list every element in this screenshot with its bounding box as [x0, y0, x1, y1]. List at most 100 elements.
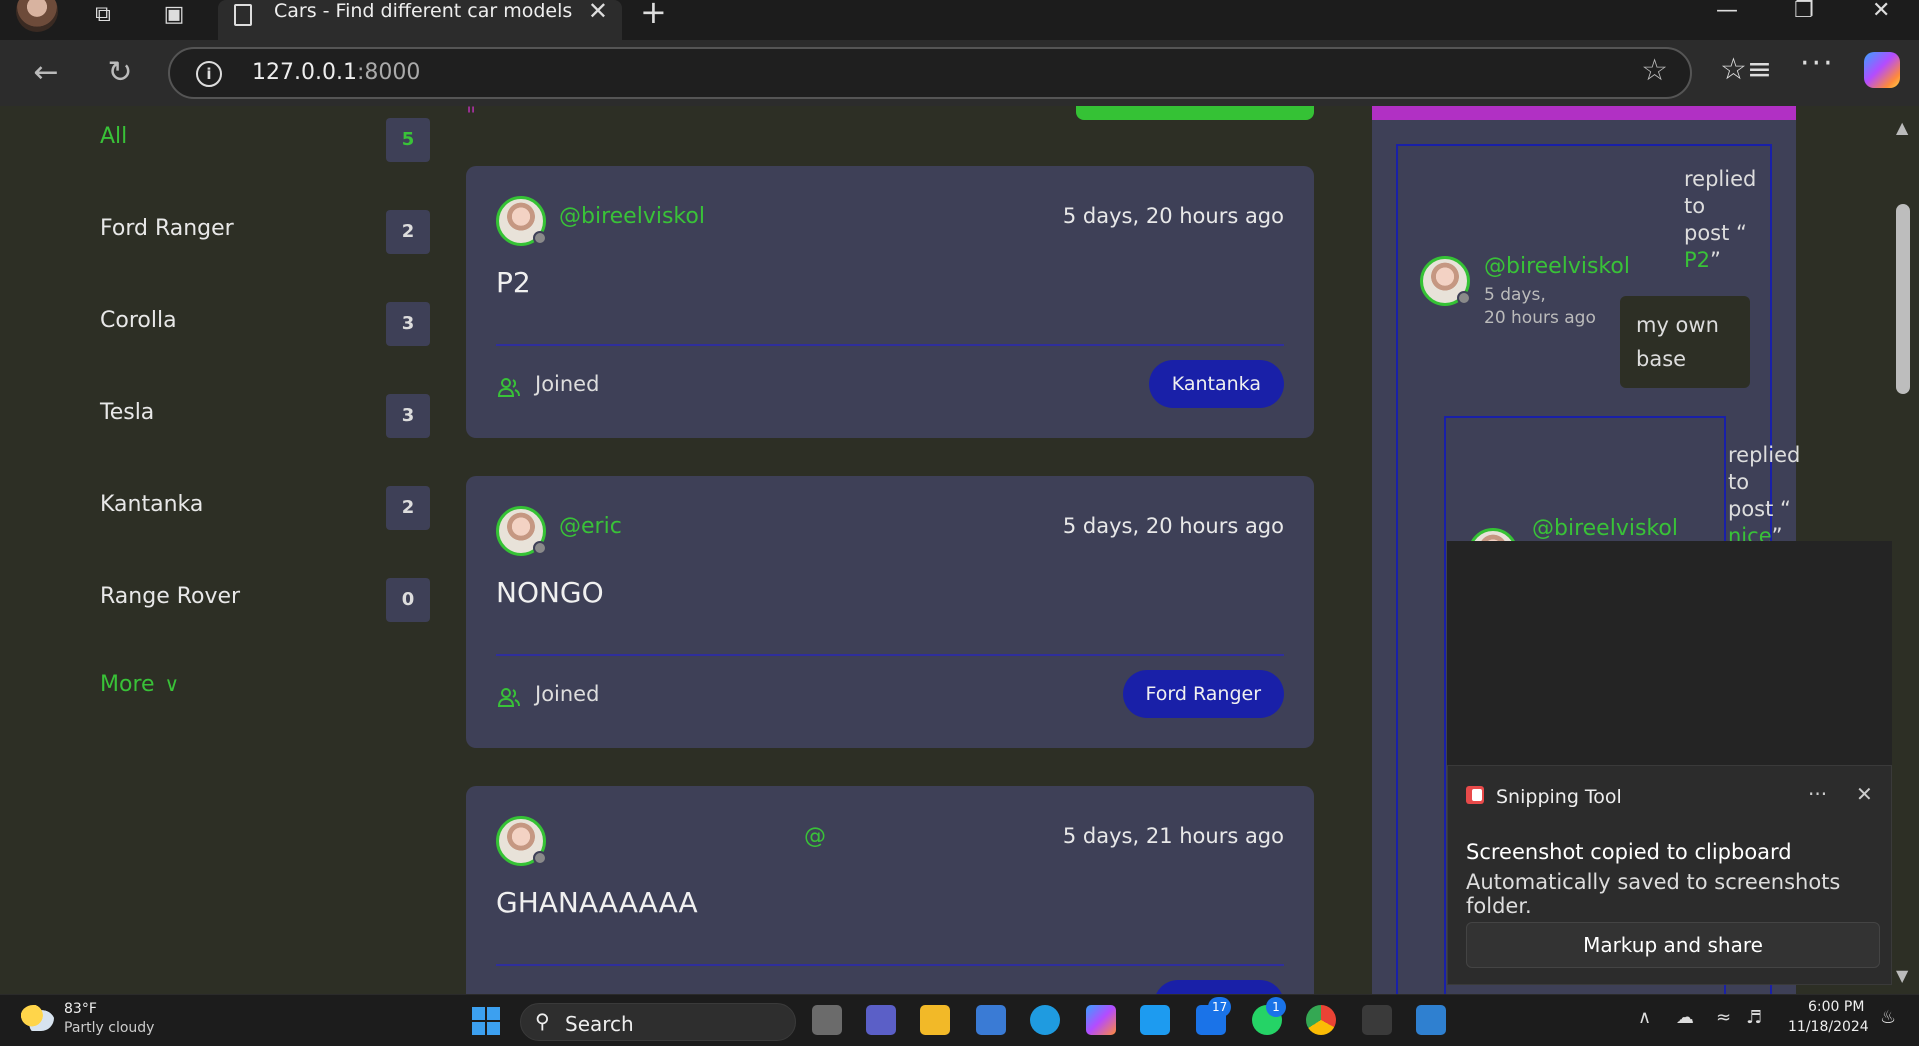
tray-overflow-icon[interactable]: ∧ — [1638, 1007, 1651, 1028]
room-title[interactable]: P2 — [496, 266, 531, 299]
edge-icon[interactable] — [1030, 1005, 1060, 1035]
room-card[interactable]: @ 5 days, 21 hours ago GHANAAAAAA — [466, 786, 1314, 994]
topic-all[interactable]: All 5 — [100, 114, 430, 164]
file-explorer-icon[interactable] — [920, 1005, 950, 1035]
more-topics-label: More — [100, 672, 155, 697]
topic-label: Tesla — [100, 400, 155, 425]
vscode-icon[interactable] — [1416, 1005, 1446, 1035]
topic-count: 2 — [386, 210, 430, 254]
teams-icon[interactable] — [866, 1005, 896, 1035]
room-card[interactable]: @bireelviskol 5 days, 20 hours ago P2 Jo… — [466, 166, 1314, 438]
room-title[interactable]: NONGO — [496, 576, 604, 609]
clock-time[interactable]: 6:00 PM — [1808, 999, 1864, 1015]
replied-word: post “ — [1684, 221, 1747, 245]
notification-more-icon[interactable]: ··· — [1808, 782, 1827, 806]
copilot-app-icon[interactable] — [1086, 1005, 1116, 1035]
more-topics-link[interactable]: More ∨ — [100, 672, 179, 697]
topic-pill[interactable]: Ford Ranger — [1122, 670, 1284, 718]
scroll-down-icon[interactable]: ▼ — [1896, 966, 1908, 985]
refresh-icon[interactable]: ↻ — [100, 54, 140, 94]
restore-icon[interactable]: ❐ — [1794, 0, 1814, 22]
tab-title: Cars - Find different car models and — [274, 0, 574, 22]
close-tab-icon[interactable]: ✕ — [588, 0, 608, 23]
store-icon[interactable] — [976, 1005, 1006, 1035]
topic-kantanka[interactable]: Kantanka 2 — [100, 482, 430, 532]
terminal-icon[interactable] — [1362, 1005, 1392, 1035]
topic-pill[interactable]: Kantanka — [1148, 360, 1284, 408]
scroll-up-icon[interactable]: ▲ — [1896, 118, 1908, 137]
room-host[interactable]: @ — [804, 824, 826, 849]
topic-count: 0 — [386, 578, 430, 622]
avatar[interactable] — [1420, 256, 1471, 306]
status-dot — [1457, 291, 1471, 305]
weather-temp[interactable]: 83°F — [64, 1001, 97, 1017]
activity-user[interactable]: @bireelviskol — [1532, 516, 1678, 541]
minimize-icon[interactable]: — — [1716, 0, 1738, 22]
favorites-icon[interactable]: ☆≡ — [1720, 52, 1772, 87]
new-tab-icon[interactable]: + — [640, 0, 667, 28]
avatar[interactable] — [496, 196, 547, 246]
windows-start-icon[interactable] — [472, 1007, 500, 1035]
topic-count: 3 — [386, 394, 430, 438]
avatar[interactable] — [496, 506, 547, 556]
profile-avatar[interactable] — [16, 0, 58, 32]
divider — [496, 964, 1284, 966]
weather-icon[interactable] — [20, 1005, 54, 1031]
whatsapp-badge: 1 — [1266, 997, 1286, 1017]
url-host: 127.0.0.1 — [252, 60, 357, 85]
room-title[interactable]: GHANAAAAAA — [496, 886, 698, 919]
active-tab[interactable]: Cars - Find different car models and ✕ — [218, 0, 622, 40]
copilot-icon[interactable] — [1864, 52, 1900, 88]
wifi-icon[interactable]: ≈ — [1716, 1007, 1731, 1028]
room-host[interactable]: @eric — [559, 514, 622, 539]
create-room-button[interactable] — [1076, 106, 1314, 120]
twitter-icon[interactable] — [1140, 1005, 1170, 1035]
onedrive-icon[interactable]: ☁ — [1676, 1007, 1694, 1028]
chrome-icon[interactable] — [1306, 1005, 1336, 1035]
page-icon — [234, 4, 252, 26]
taskbar-search[interactable]: ⚲ Search — [520, 1003, 796, 1041]
room-host[interactable]: @bireelviskol — [559, 204, 705, 229]
notification-close-icon[interactable]: ✕ — [1856, 782, 1873, 806]
activity-replied-text: replied to post “ P2” — [1684, 166, 1756, 274]
topic-ford-ranger[interactable]: Ford Ranger 2 — [100, 206, 430, 256]
more-options-icon[interactable]: ··· — [1800, 46, 1835, 81]
clock-date[interactable]: 11/18/2024 — [1788, 1019, 1869, 1035]
message-line: base — [1636, 347, 1687, 371]
room-card[interactable]: @eric 5 days, 20 hours ago NONGO Joined … — [466, 476, 1314, 748]
url-port: :8000 — [356, 60, 421, 85]
feed-header-fragment: " — [466, 106, 477, 129]
scroll-thumb[interactable] — [1896, 204, 1910, 394]
topic-count: 5 — [386, 118, 430, 162]
address-bar[interactable]: i 127.0.0.1:8000 ☆ — [168, 47, 1692, 99]
avatar[interactable] — [496, 816, 547, 866]
task-view-icon[interactable] — [812, 1005, 842, 1035]
back-icon[interactable]: ← — [26, 54, 66, 94]
volume-icon[interactable]: ♬ — [1746, 1007, 1762, 1028]
room-time: 5 days, 20 hours ago — [1062, 514, 1284, 538]
markup-share-button[interactable]: Markup and share — [1466, 922, 1880, 968]
workspaces-icon[interactable]: ⧉ — [88, 2, 118, 32]
status-dot — [533, 541, 547, 555]
snipping-notification[interactable]: Snipping Tool ··· ✕ Screenshot copied to… — [1447, 765, 1892, 985]
topic-count: 2 — [386, 486, 430, 530]
window-close-icon[interactable]: ✕ — [1872, 0, 1890, 22]
topic-tesla[interactable]: Tesla 3 — [100, 390, 430, 440]
url-text[interactable]: 127.0.0.1:8000 — [252, 60, 420, 85]
divider — [496, 344, 1284, 346]
favorite-star-icon[interactable]: ☆ — [1641, 53, 1668, 88]
post-quote-close: ” — [1710, 248, 1721, 272]
topic-corolla[interactable]: Corolla 3 — [100, 298, 430, 348]
topic-pill[interactable] — [1154, 980, 1284, 994]
replied-word: to — [1728, 470, 1750, 494]
topic-range-rover[interactable]: Range Rover 0 — [100, 574, 430, 624]
activity-post-link[interactable]: P2 — [1684, 248, 1710, 272]
activity-user[interactable]: @bireelviskol — [1484, 254, 1630, 279]
tab-actions-icon[interactable]: ▣ — [159, 2, 189, 32]
notification-bell-icon[interactable]: ♨ — [1880, 1007, 1896, 1028]
topics-sidebar: All 5 Ford Ranger 2 Corolla 3 Tesla 3 Ka… — [8, 106, 438, 994]
outlook-badge: 17 — [1208, 997, 1232, 1017]
snip-preview[interactable] — [1447, 541, 1892, 765]
weather-desc[interactable]: Partly cloudy — [64, 1020, 154, 1036]
site-info-icon[interactable]: i — [196, 61, 222, 87]
